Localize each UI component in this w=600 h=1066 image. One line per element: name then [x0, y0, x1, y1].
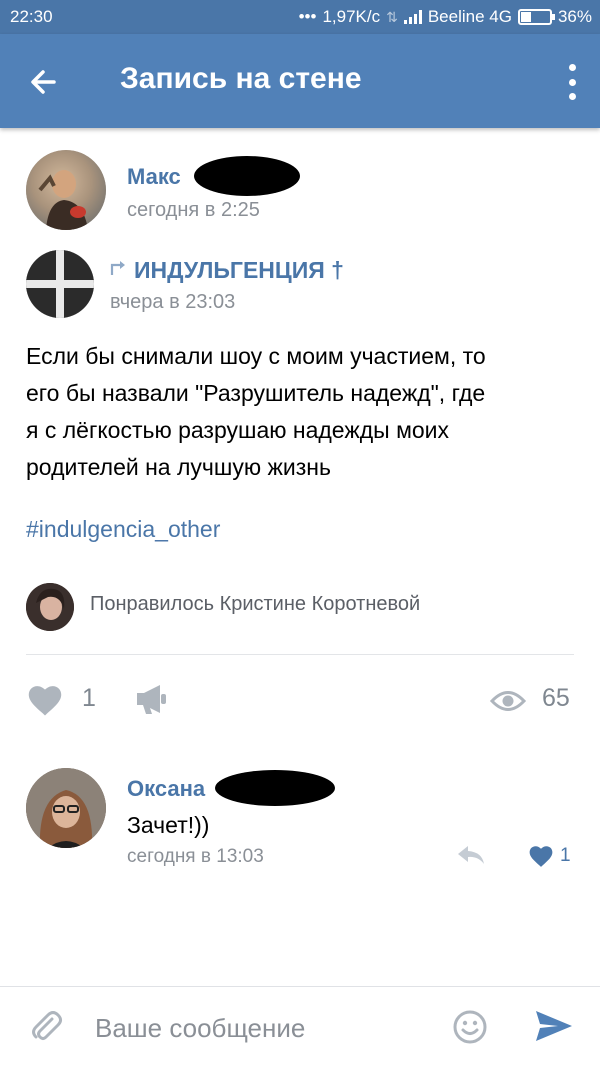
post-text: Если бы снимали шоу с моим участием, то …	[26, 338, 586, 486]
message-composer: Ваше сообщение	[0, 986, 600, 1066]
post-line: родителей на лучшую жизнь	[26, 454, 331, 480]
like-button[interactable]: 1	[26, 680, 106, 720]
views-counter: 65	[490, 683, 580, 719]
more-dot-icon	[568, 64, 576, 71]
back-button[interactable]	[24, 62, 64, 102]
comment-like-button[interactable]: 1	[528, 843, 578, 869]
post-line: Если бы снимали шоу с моим участием, то	[26, 343, 486, 369]
redaction-mark	[215, 770, 335, 806]
paperclip-icon	[32, 1011, 62, 1040]
share-button[interactable]	[134, 683, 170, 717]
redaction-mark	[194, 156, 300, 196]
avatar-image	[26, 150, 106, 230]
repost-arrow-icon	[110, 261, 125, 275]
divider	[26, 654, 574, 655]
avatar-image	[26, 768, 106, 848]
dots-icon: •••	[298, 7, 317, 26]
avatar-maks[interactable]	[26, 150, 106, 230]
send-icon	[536, 1011, 572, 1041]
status-indicators: ••• 1,97K/c ⇅ Beeline 4G 36%	[299, 7, 592, 27]
carrier-label: Beeline 4G	[427, 7, 512, 26]
status-time: 22:30	[10, 7, 53, 26]
emoji-button[interactable]	[452, 1009, 488, 1045]
net-speed: 1,97K/c	[322, 7, 381, 26]
liked-by-text[interactable]: Понравилось Кристине Коротневой	[90, 593, 420, 616]
smile-icon	[453, 1010, 487, 1044]
reply-icon	[458, 846, 484, 864]
author-name[interactable]: Макс	[127, 164, 181, 190]
commenter-avatar[interactable]	[26, 768, 106, 848]
back-arrow-icon	[31, 70, 56, 94]
battery-percent: 36%	[557, 7, 592, 26]
megaphone-icon	[137, 685, 166, 714]
battery-icon	[517, 9, 555, 25]
liker-avatar[interactable]	[26, 583, 74, 631]
battery-level	[520, 12, 532, 22]
comment-like-count: 1	[560, 845, 571, 866]
more-dot-icon	[568, 78, 576, 86]
send-button[interactable]	[534, 1009, 574, 1045]
cross-logo-icon	[26, 250, 94, 318]
app-bar: Запись на стене	[0, 34, 600, 128]
heart-icon	[529, 846, 553, 867]
comment-time: сегодня в 13:03	[127, 846, 264, 867]
community-name[interactable]: ИНДУЛЬГЕНЦИЯ †	[134, 257, 344, 284]
message-input[interactable]: Ваше сообщение	[95, 1013, 305, 1044]
page-title: Запись на стене	[120, 62, 362, 95]
status-bar: 22:30 ••• 1,97K/c ⇅ Beeline 4G 36%	[0, 0, 600, 34]
commenter-name[interactable]: Оксана	[127, 776, 205, 802]
signal-icon	[403, 10, 422, 24]
post-line: я с лёгкостью разрушаю надежды моих	[26, 417, 450, 443]
eye-icon	[490, 691, 526, 711]
post-line: его бы назвали "Разрушитель надежд", где	[26, 380, 486, 406]
heart-icon	[28, 686, 62, 716]
reply-button[interactable]	[456, 844, 488, 868]
views-count: 65	[542, 684, 570, 712]
comment-text: Зачет!))	[127, 812, 210, 838]
hashtag-link[interactable]: #indulgencia_other	[26, 516, 220, 543]
attach-button[interactable]	[28, 1009, 64, 1045]
post-time: сегодня в 2:25	[127, 199, 260, 221]
like-count: 1	[82, 684, 96, 712]
avatar-image	[26, 583, 74, 631]
more-dot-icon	[568, 93, 576, 100]
data-arrows-icon: ⇅	[386, 8, 398, 25]
more-options-button[interactable]	[566, 64, 578, 100]
community-post-time: вчера в 23:03	[110, 291, 236, 313]
community-avatar[interactable]	[26, 250, 94, 318]
